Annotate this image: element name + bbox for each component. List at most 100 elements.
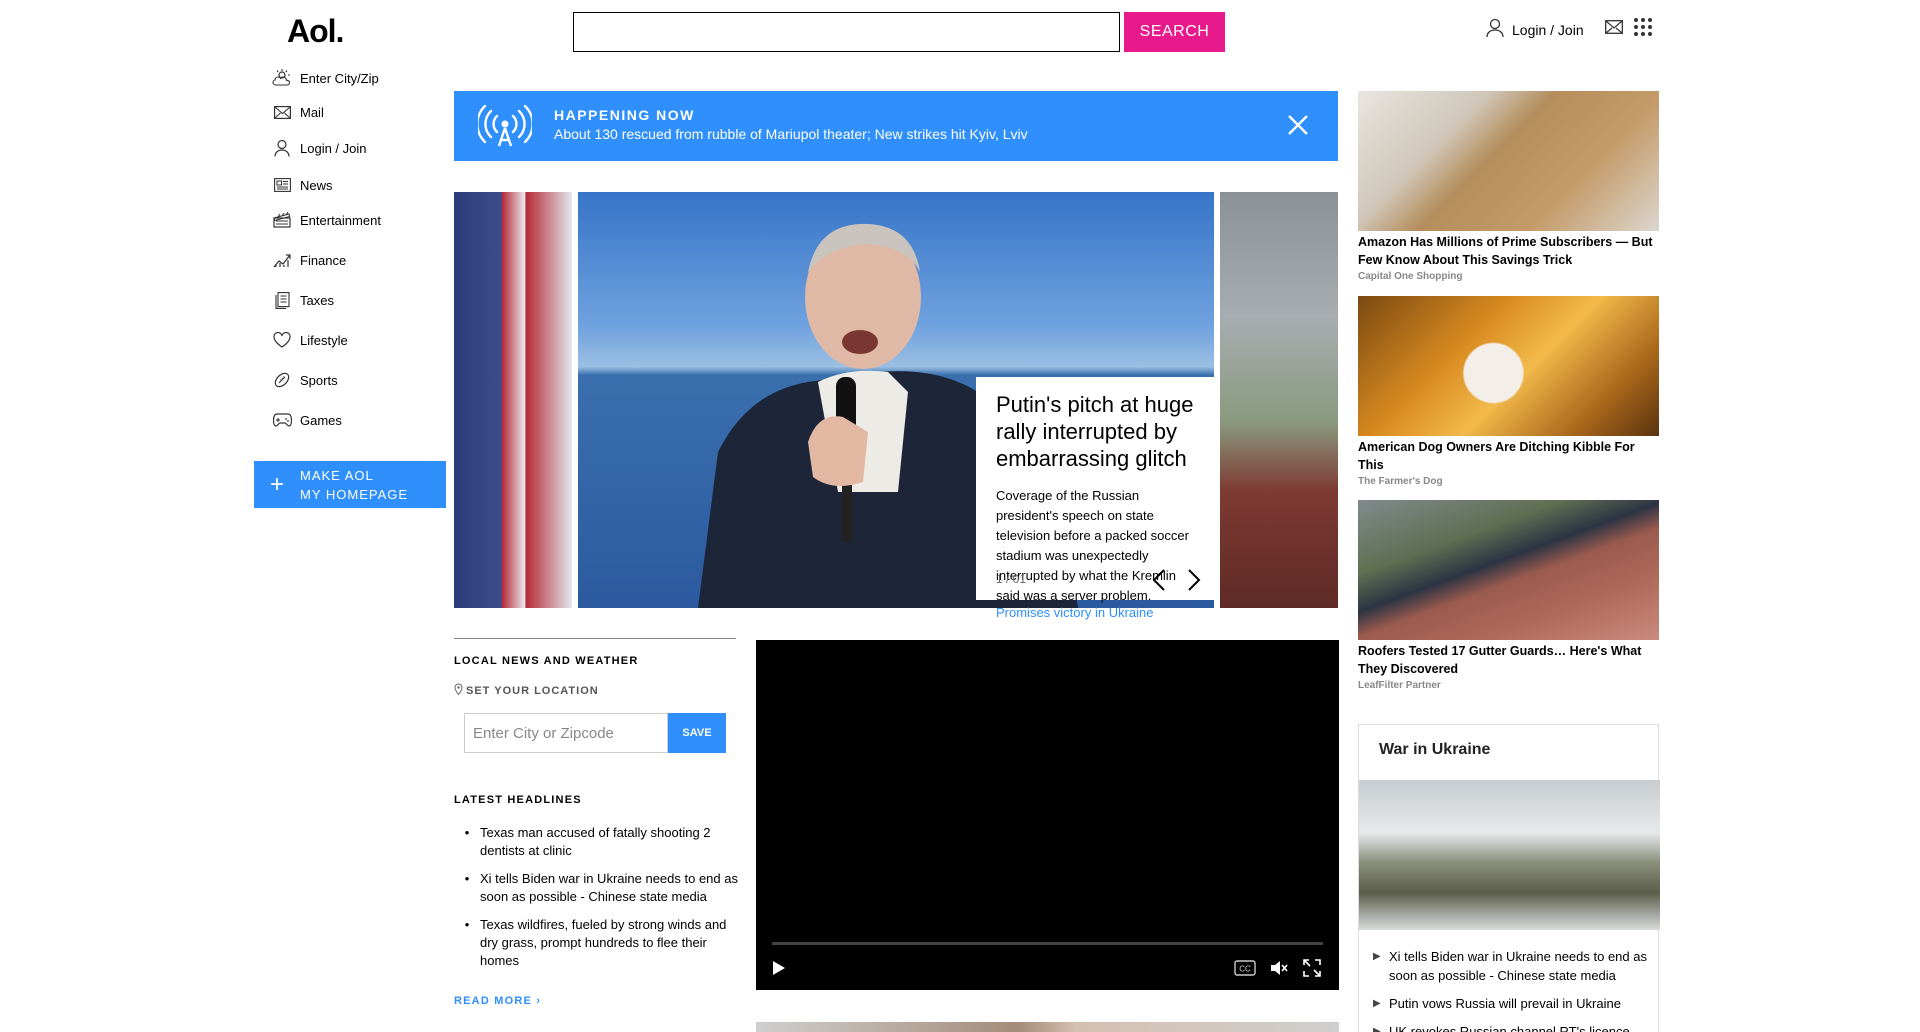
clapperboard-icon [272, 210, 292, 230]
header: Aol. SEARCH Login / Join [0, 0, 1920, 64]
nav-label: Sports [300, 372, 338, 388]
nav-item-lifestyle[interactable]: Lifestyle [272, 320, 448, 360]
nav-label: Entertainment [300, 212, 381, 228]
set-location-label: SET YOUR LOCATION [466, 684, 599, 697]
nav-item-login[interactable]: Login / Join [272, 126, 448, 170]
mail-icon[interactable] [1605, 20, 1623, 39]
latest-headlines: LATEST HEADLINES • Texas man accused of f… [454, 794, 744, 980]
hero-counter: 1 / 01 [996, 572, 1027, 586]
close-icon[interactable] [1286, 113, 1310, 142]
happening-now-banner[interactable]: HAPPENING NOW About 130 rescued from rub… [454, 91, 1338, 161]
read-more-link[interactable]: READ MORE › [454, 995, 541, 1007]
gamepad-icon [272, 410, 292, 430]
ukraine-image[interactable] [1359, 780, 1660, 930]
headlines-list: • Texas man accused of fatally shooting 2… [454, 824, 744, 970]
nav-item-sports[interactable]: Sports [272, 360, 448, 400]
mute-icon[interactable] [1269, 958, 1289, 983]
ad-source: LeafFilter Partner [1358, 680, 1441, 691]
search-button[interactable]: SEARCH [1124, 12, 1225, 52]
ukraine-list: ▶ Xi tells Biden war in Ukraine needs to … [1373, 947, 1658, 1032]
nav-label: Lifestyle [300, 332, 348, 348]
nav-item-finance[interactable]: Finance [272, 240, 448, 280]
nav-item-news[interactable]: News [272, 170, 448, 200]
nav-item-weather[interactable]: Enter City/Zip [272, 66, 448, 90]
chevron-left-icon[interactable] [1152, 568, 1166, 597]
ukraine-title[interactable]: War in Ukraine [1379, 741, 1490, 759]
ad-title[interactable]: Amazon Has Millions of Prime Subscribers… [1358, 233, 1659, 269]
hero-title[interactable]: Putin's pitch at huge rally interrupted … [996, 391, 1200, 472]
user-icon [272, 138, 292, 158]
nav-label: Mail [300, 104, 324, 120]
ad-title[interactable]: American Dog Owners Are Ditching Kibble … [1358, 438, 1659, 474]
ad-card[interactable]: Amazon Has Millions of Prime Subscribers… [1358, 91, 1659, 282]
search-input[interactable] [573, 12, 1120, 52]
nav-item-mail[interactable]: Mail [272, 98, 448, 126]
ukraine-item[interactable]: ▶ Putin vows Russia will prevail in Ukrai… [1373, 994, 1658, 1013]
aol-logo[interactable]: Aol. [287, 13, 344, 50]
chevron-right-icon[interactable] [1187, 568, 1201, 597]
ad-card[interactable]: American Dog Owners Are Ditching Kibble … [1358, 296, 1659, 487]
happening-title: HAPPENING NOW [554, 107, 695, 123]
broadcast-icon [476, 104, 534, 152]
make-home-line2: MY HOMEPAGE [300, 486, 409, 502]
play-icon[interactable] [768, 958, 788, 983]
war-in-ukraine-module: War in Ukraine ▶ Xi tells Biden war in Uk… [1358, 724, 1660, 1032]
hero-next-slide-image[interactable] [1220, 192, 1338, 608]
nav-label: News [300, 177, 333, 193]
ad-source: The Farmer's Dog [1358, 476, 1443, 487]
ad-image[interactable] [1358, 296, 1659, 436]
nav-item-taxes[interactable]: Taxes [272, 280, 448, 320]
nav-label: Finance [300, 252, 347, 268]
triangle-right-icon: ▶ [1373, 1026, 1381, 1032]
document-icon [272, 290, 292, 310]
nav-label: Games [300, 412, 342, 428]
user-icon [1486, 18, 1504, 41]
closed-caption-icon[interactable]: CC [1234, 960, 1256, 981]
hero-card[interactable]: Putin's pitch at huge rally interrupted … [976, 377, 1220, 603]
chart-icon [272, 250, 292, 270]
make-home-line1: MAKE AOL [300, 467, 374, 483]
header-login[interactable]: Login / Join [1486, 18, 1584, 41]
headline-item[interactable]: • Texas wildfires, fueled by strong winds… [454, 916, 744, 970]
local-news-section: LOCAL NEWS AND WEATHER SET YOUR LOCATION… [454, 638, 736, 753]
ad-title[interactable]: Roofers Tested 17 Gutter Guards… Here's … [1358, 642, 1659, 678]
ad-source: Capital One Shopping [1358, 271, 1463, 282]
ad-image[interactable] [1358, 500, 1659, 640]
svg-text:CC: CC [1239, 965, 1251, 974]
ad-image[interactable] [1358, 91, 1659, 231]
next-story-image[interactable] [756, 1022, 1339, 1032]
football-icon [272, 370, 292, 390]
hero-description: Coverage of the Russian president's spee… [996, 488, 1189, 603]
plus-icon: + [269, 470, 284, 498]
headline-item[interactable]: • Xi tells Biden war in Ukraine needs to … [454, 870, 744, 906]
news-icon [272, 175, 292, 195]
zip-save-button[interactable]: SAVE [668, 713, 726, 753]
fullscreen-icon[interactable] [1302, 958, 1322, 983]
headlines-title: LATEST HEADLINES [454, 794, 582, 806]
header-login-label: Login / Join [1512, 21, 1584, 38]
nav-item-games[interactable]: Games [272, 400, 448, 440]
ad-card[interactable]: Roofers Tested 17 Gutter Guards… Here's … [1358, 500, 1659, 691]
left-nav: Enter City/Zip Mail Login / Join News En… [272, 62, 448, 440]
headline-item[interactable]: • Texas man accused of fatally shooting 2… [454, 824, 744, 860]
weather-icon [272, 68, 292, 88]
ukraine-item[interactable]: ▶ UK revokes Russian channel RT's licence [1373, 1022, 1658, 1032]
zip-input[interactable]: Enter City or Zipcode [464, 713, 668, 753]
ukraine-item[interactable]: ▶ Xi tells Biden war in Ukraine needs to … [1373, 947, 1658, 985]
hero-prev-slide-image[interactable] [454, 192, 572, 608]
make-homepage-button[interactable]: + MAKE AOL MY HOMEPAGE [254, 461, 446, 508]
nav-item-entertainment[interactable]: Entertainment [272, 200, 448, 240]
video-player[interactable]: CC [756, 640, 1339, 990]
location-pin-icon [454, 683, 463, 698]
mail-icon [272, 102, 292, 122]
heart-icon [272, 330, 292, 350]
local-news-title: LOCAL NEWS AND WEATHER [454, 655, 639, 667]
apps-grid-icon[interactable] [1634, 18, 1652, 41]
nav-label: Taxes [300, 292, 334, 308]
triangle-right-icon: ▶ [1373, 951, 1381, 962]
happening-text[interactable]: About 130 rescued from rubble of Mariupo… [554, 126, 1028, 142]
video-progress-bar[interactable] [772, 942, 1323, 945]
nav-label: Login / Join [300, 140, 367, 156]
set-location[interactable]: SET YOUR LOCATION [454, 683, 736, 698]
hero-next-story-link[interactable]: Promises victory in Ukraine [996, 605, 1154, 620]
